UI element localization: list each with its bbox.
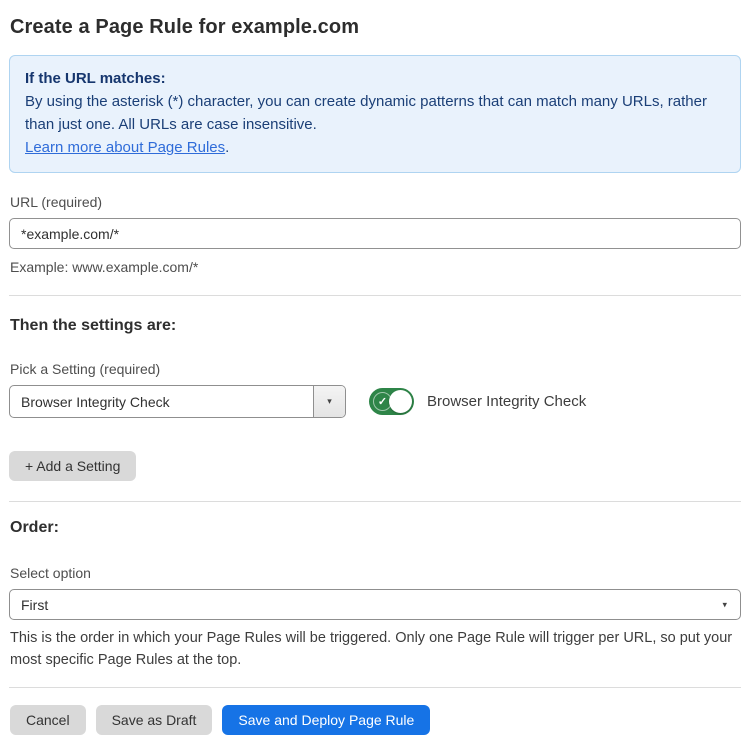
info-box-link-line: Learn more about Page Rules. (25, 136, 725, 159)
divider (9, 295, 741, 296)
info-box-body: By using the asterisk (*) character, you… (25, 90, 725, 136)
order-select-value: First (21, 597, 48, 613)
create-page-rule-panel: Create a Page Rule for example.com If th… (0, 0, 750, 735)
url-example-text: Example: www.example.com/* (10, 259, 740, 275)
link-suffix: . (225, 139, 229, 156)
setting-select[interactable]: Browser Integrity Check ▾ (9, 385, 346, 418)
save-as-draft-button[interactable]: Save as Draft (96, 705, 213, 735)
order-description: This is the order in which your Page Rul… (10, 627, 740, 671)
footer-buttons: Cancel Save as Draft Save and Deploy Pag… (10, 705, 740, 735)
order-section-heading: Order: (10, 519, 740, 537)
url-label: URL (required) (10, 194, 740, 210)
learn-more-link[interactable]: Learn more about Page Rules (25, 139, 225, 156)
setting-select-arrow-button[interactable]: ▾ (313, 386, 345, 417)
url-match-info-box: If the URL matches: By using the asteris… (9, 55, 741, 173)
setting-select-value: Browser Integrity Check (10, 386, 313, 417)
divider (9, 501, 741, 502)
toggle-wrap: ✓ Browser Integrity Check (369, 388, 586, 415)
chevron-down-icon: ▾ (722, 600, 727, 609)
order-select-label: Select option (10, 565, 740, 581)
pick-setting-label: Pick a Setting (required) (10, 361, 740, 377)
browser-integrity-toggle[interactable]: ✓ (369, 388, 414, 415)
url-input[interactable] (9, 218, 741, 249)
setting-row: Browser Integrity Check ▾ ✓ Browser Inte… (9, 385, 741, 418)
toggle-knob (389, 390, 412, 413)
save-and-deploy-button[interactable]: Save and Deploy Page Rule (222, 705, 430, 735)
order-select[interactable]: First ▾ (9, 589, 741, 620)
chevron-down-icon: ▾ (327, 397, 332, 406)
divider (9, 687, 741, 688)
settings-section-heading: Then the settings are: (10, 317, 740, 335)
toggle-label: Browser Integrity Check (427, 393, 586, 410)
info-box-heading: If the URL matches: (25, 67, 725, 90)
url-section: URL (required) Example: www.example.com/… (9, 194, 741, 275)
page-title: Create a Page Rule for example.com (10, 16, 740, 39)
cancel-button[interactable]: Cancel (10, 705, 86, 735)
add-setting-button[interactable]: + Add a Setting (9, 451, 136, 481)
